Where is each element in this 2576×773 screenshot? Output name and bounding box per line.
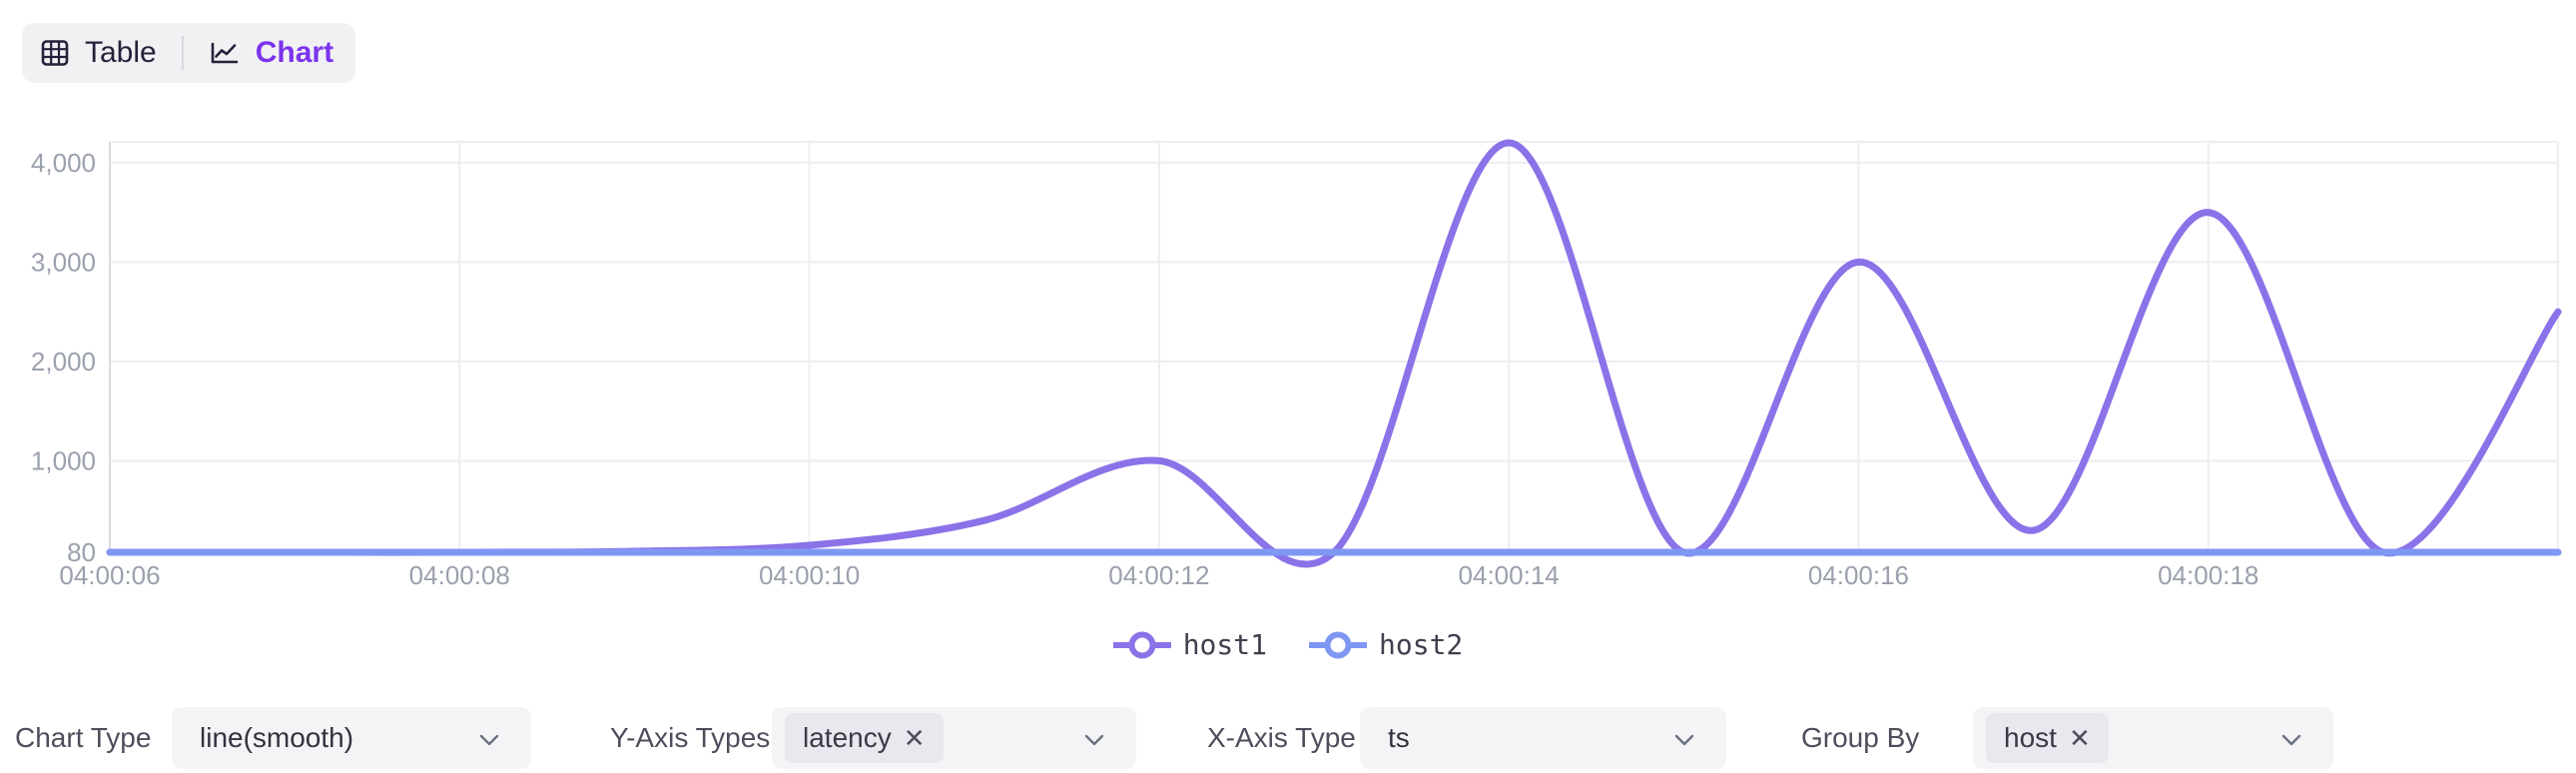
x-axis-type-select[interactable]: ts	[1360, 707, 1726, 769]
group-by-tag-text: host	[2004, 722, 2057, 754]
chart-legend: host1 host2	[0, 628, 2576, 661]
chevron-down-icon	[2281, 733, 2301, 751]
chart-canvas[interactable]: 801,0002,0003,0004,00004:00:0604:00:0804…	[0, 0, 2576, 699]
y-axis-tick-label: 1,000	[31, 445, 96, 475]
chevron-down-icon	[1084, 733, 1104, 751]
x-axis-tick-label: 04:00:08	[409, 560, 510, 590]
group-by-tag: host ✕	[1986, 713, 2109, 763]
chevron-down-icon	[479, 733, 499, 751]
group-by-select[interactable]: host ✕	[1973, 707, 2333, 769]
legend-item-host2[interactable]: host2	[1309, 628, 1463, 661]
y-axis-tick-label: 4,000	[31, 148, 96, 178]
y-axis-type-tag: latency ✕	[785, 713, 944, 763]
chart-type-label: Chart Type	[15, 707, 151, 769]
x-axis-type-value: ts	[1388, 722, 1410, 754]
x-axis-tick-label: 04:00:16	[1808, 560, 1909, 590]
remove-tag-icon[interactable]: ✕	[2069, 725, 2091, 751]
remove-tag-icon[interactable]: ✕	[904, 725, 926, 751]
legend-marker-icon	[1113, 630, 1171, 660]
chart-type-select[interactable]: line(smooth)	[172, 707, 531, 769]
x-axis-type-label: X-Axis Type	[1207, 707, 1356, 769]
legend-label: host2	[1379, 628, 1463, 661]
y-axis-types-select[interactable]: latency ✕	[772, 707, 1136, 769]
chevron-down-icon	[1674, 733, 1694, 751]
legend-marker-icon	[1309, 630, 1367, 660]
chart-type-value: line(smooth)	[200, 722, 353, 754]
x-axis-tick-label: 04:00:18	[2158, 560, 2258, 590]
series-line-host1	[110, 143, 2558, 564]
x-axis-tick-label: 04:00:06	[59, 560, 160, 590]
chart-controls: Chart Type line(smooth) Y-Axis Types lat…	[0, 707, 2576, 769]
x-axis-tick-label: 04:00:10	[759, 560, 860, 590]
legend-label: host1	[1183, 628, 1267, 661]
y-axis-tick-label: 2,000	[31, 347, 96, 377]
y-axis-types-label: Y-Axis Types	[610, 707, 770, 769]
x-axis-tick-label: 04:00:12	[1108, 560, 1209, 590]
legend-item-host1[interactable]: host1	[1113, 628, 1267, 661]
x-axis-tick-label: 04:00:14	[1459, 560, 1560, 590]
y-axis-tick-label: 3,000	[31, 247, 96, 277]
group-by-label: Group By	[1801, 707, 1919, 769]
y-axis-type-tag-text: latency	[803, 722, 892, 754]
